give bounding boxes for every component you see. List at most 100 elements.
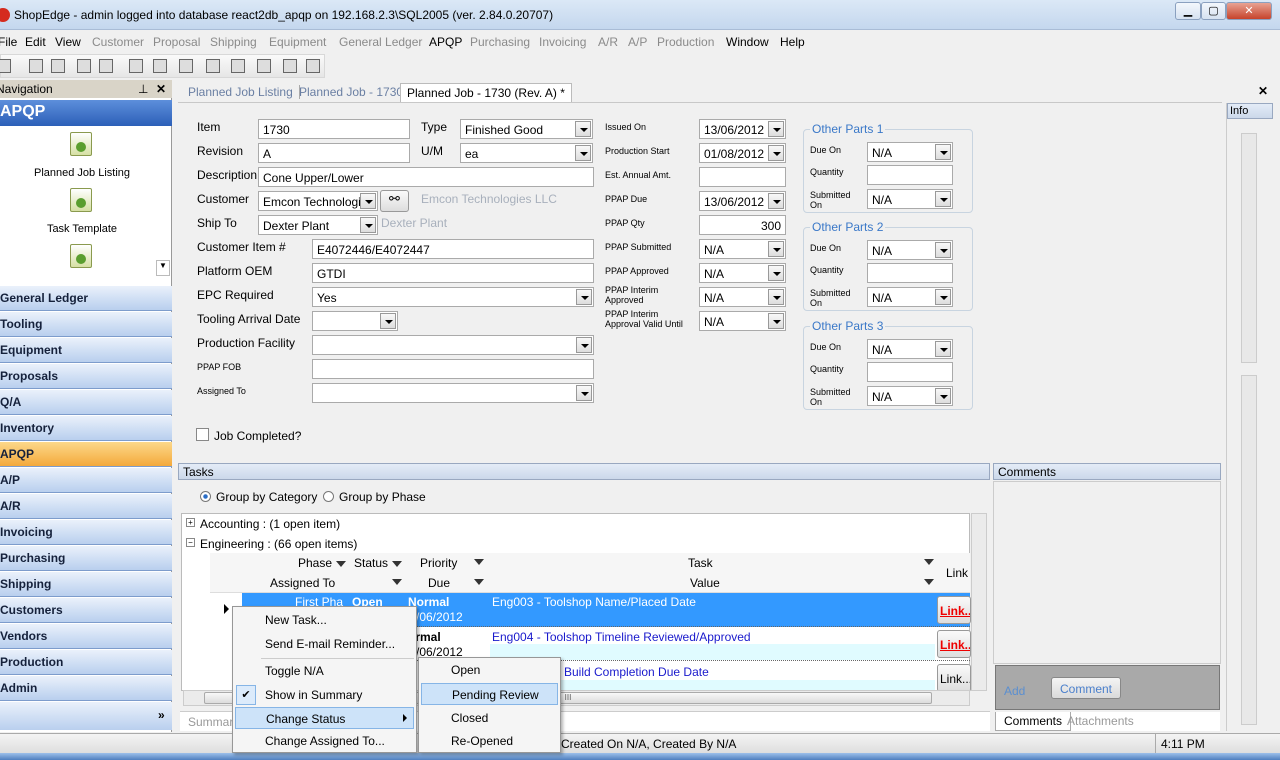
dropdown-arrow-icon[interactable] — [935, 191, 951, 207]
tab-planned-job-listing[interactable]: Planned Job Listing — [182, 85, 300, 99]
dropdown-arrow-icon[interactable] — [575, 145, 591, 161]
issued-on-select[interactable]: 13/06/2012 — [699, 119, 786, 139]
production-start-select[interactable]: 01/08/2012 — [699, 143, 786, 163]
status-closed[interactable]: Closed — [421, 707, 558, 729]
filter-icon[interactable] — [924, 559, 934, 565]
filter-icon[interactable] — [336, 560, 347, 567]
shortcut-planned-job-listing[interactable]: Planned Job Listing — [0, 167, 164, 179]
filter-icon[interactable] — [924, 579, 934, 585]
close-button[interactable]: ✕ — [1226, 2, 1272, 20]
menu-view[interactable]: View — [55, 35, 81, 49]
sidebar-item-admin[interactable]: Admin — [0, 676, 172, 701]
type-select[interactable]: Finished Good — [460, 119, 593, 139]
filter-icon[interactable] — [392, 560, 403, 567]
menu-edit[interactable]: Edit — [25, 35, 46, 49]
collapse-icon[interactable]: − — [186, 538, 195, 547]
assigned-to-select[interactable] — [312, 383, 594, 403]
maximize-button[interactable]: ▢ — [1201, 2, 1226, 20]
toolbar-cut-icon[interactable] — [129, 59, 143, 73]
close-navigation-icon[interactable]: ✕ — [156, 82, 166, 96]
menu-a-p[interactable]: A/P — [628, 35, 647, 49]
sidebar-item-proposals[interactable]: Proposals — [0, 364, 172, 389]
sidebar-item-purchasing[interactable]: Purchasing — [0, 546, 172, 571]
tab-planned-job-1730-rev-a[interactable]: Planned Job - 1730 (Rev. A) * — [400, 83, 572, 102]
quantity-input[interactable] — [867, 165, 953, 185]
toolbar-add-row-icon[interactable] — [206, 59, 220, 73]
dropdown-arrow-icon[interactable] — [768, 145, 784, 161]
info-tab[interactable]: Info — [1227, 103, 1273, 119]
dropdown-arrow-icon[interactable] — [768, 241, 784, 257]
menu-change-assigned-to[interactable]: Change Assigned To... — [235, 730, 414, 752]
platform-oem-input[interactable]: GTDI — [312, 263, 594, 283]
ppap-due-select[interactable]: 13/06/2012 — [699, 191, 786, 211]
column-assigned-to[interactable]: Assigned To — [270, 576, 335, 590]
column-priority[interactable]: Priority — [420, 556, 457, 570]
dropdown-arrow-icon[interactable] — [935, 341, 951, 357]
ppap-fob-input[interactable] — [312, 359, 594, 379]
menu-send-email-reminder[interactable]: Send E-mail Reminder... — [235, 633, 414, 655]
status-pending-review[interactable]: Pending Review — [421, 683, 558, 705]
menu-production[interactable]: Production — [657, 35, 714, 49]
sidebar-item-a-r[interactable]: A/R — [0, 494, 172, 519]
dropdown-arrow-icon[interactable] — [935, 388, 951, 404]
dropdown-arrow-icon[interactable] — [935, 289, 951, 305]
dropdown-arrow-icon[interactable] — [935, 144, 951, 160]
menu-apqp[interactable]: APQP — [429, 35, 462, 49]
revision-input[interactable]: A — [258, 143, 410, 163]
toolbar-print-preview-icon[interactable] — [99, 59, 113, 73]
ppap-interim-valid-select[interactable]: N/A — [699, 311, 786, 331]
menu-show-in-summary[interactable]: Show in Summary — [235, 684, 414, 706]
sidebar-item-invoicing[interactable]: Invoicing — [0, 520, 172, 545]
menu-change-status[interactable]: Change Status — [235, 707, 414, 729]
column-phase[interactable]: Phase — [298, 556, 347, 570]
menu-window[interactable]: Window — [726, 35, 769, 49]
dropdown-arrow-icon[interactable] — [575, 121, 591, 137]
menu-proposal[interactable]: Proposal — [153, 35, 200, 49]
shortcut-task-template[interactable]: Task Template — [0, 223, 164, 235]
tab-attachments[interactable]: Attachments — [1067, 714, 1134, 728]
toolbar-print-icon[interactable] — [77, 59, 91, 73]
dropdown-arrow-icon[interactable] — [768, 121, 784, 137]
menu-help[interactable]: Help — [780, 35, 805, 49]
customer-lookup-button[interactable]: ⚯ — [380, 190, 409, 212]
filter-icon[interactable] — [392, 579, 402, 585]
scroll-down-button[interactable]: ▼ — [156, 260, 170, 276]
tasks-vertical-scrollbar[interactable] — [971, 513, 987, 691]
sidebar-item-tooling[interactable]: Tooling — [0, 312, 172, 337]
sidebar-item-customers[interactable]: Customers — [0, 598, 172, 623]
tab-planned-job-1730[interactable]: Planned Job - 1730 — [293, 85, 411, 99]
customer-select[interactable]: Emcon Technologi — [258, 191, 378, 211]
menu-new-task[interactable]: New Task... — [235, 609, 414, 631]
toolbar-save-all-icon[interactable] — [51, 59, 65, 73]
dropdown-arrow-icon[interactable] — [768, 313, 784, 329]
comment-button[interactable]: Comment — [1051, 677, 1121, 699]
ppap-interim-select[interactable]: N/A — [699, 287, 786, 307]
menu-equipment[interactable]: Equipment — [269, 35, 326, 49]
column-value[interactable]: Value — [690, 576, 720, 590]
est-annual-input[interactable] — [699, 167, 786, 187]
dropdown-arrow-icon[interactable] — [360, 217, 376, 233]
item-input[interactable]: 1730 — [258, 119, 410, 139]
menu-a-r[interactable]: A/R — [598, 35, 618, 49]
dropdown-arrow-icon[interactable] — [576, 289, 592, 305]
ppap-qty-input[interactable]: 300 — [699, 215, 786, 235]
task-link-button[interactable]: Link... — [937, 664, 971, 692]
toolbar-delete-row-icon[interactable] — [231, 59, 245, 73]
sidebar-item-equipment[interactable]: Equipment — [0, 338, 172, 363]
sidebar-item-general-ledger[interactable]: General Ledger — [0, 286, 172, 311]
menu-customer[interactable]: Customer — [92, 35, 144, 49]
task-template-icon[interactable] — [70, 188, 92, 212]
group-accounting[interactable]: Accounting : (1 open item) — [200, 517, 340, 531]
task-link-button[interactable]: Link... — [937, 596, 971, 624]
epc-required-select[interactable]: Yes — [312, 287, 594, 307]
group-by-category-radio[interactable] — [200, 491, 211, 502]
group-engineering[interactable]: Engineering : (66 open items) — [200, 537, 357, 551]
sidebar-item-shipping[interactable]: Shipping — [0, 572, 172, 597]
menu-shipping[interactable]: Shipping — [210, 35, 257, 49]
due-on-select[interactable]: N/A — [867, 142, 953, 162]
sidebar-item-q-a[interactable]: Q/A — [0, 390, 172, 415]
due-on-select[interactable]: N/A — [867, 240, 953, 260]
dropdown-arrow-icon[interactable] — [935, 242, 951, 258]
toolbar-copy-icon[interactable] — [153, 59, 167, 73]
um-select[interactable]: ea — [460, 143, 593, 163]
